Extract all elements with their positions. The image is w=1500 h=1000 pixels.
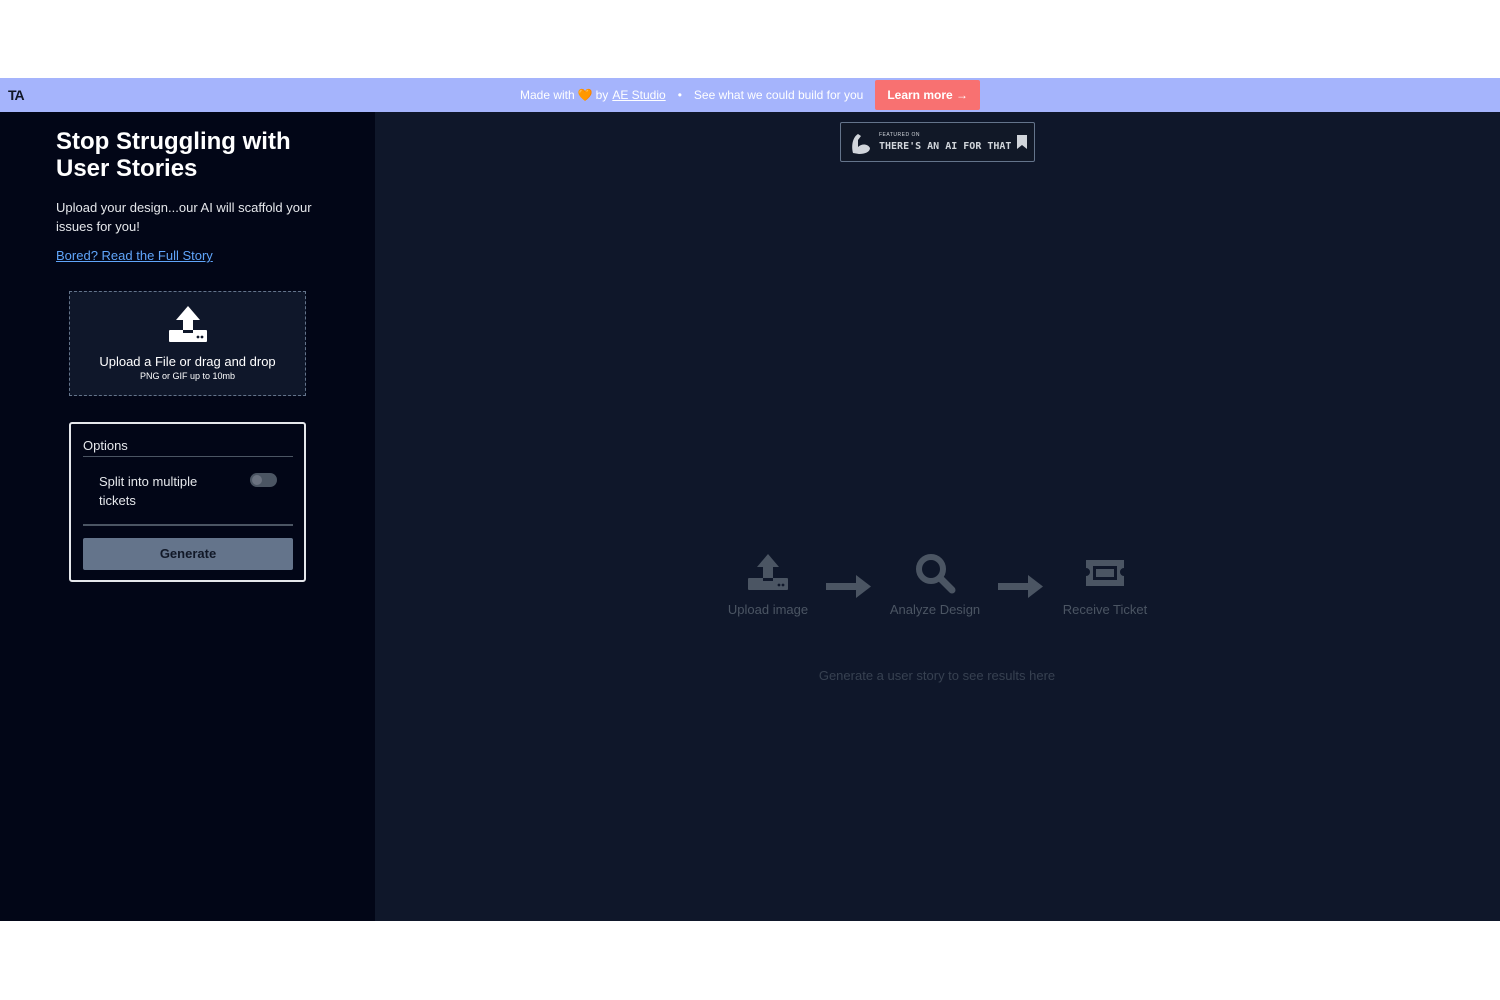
step-upload-label: Upload image: [727, 602, 809, 617]
options-divider: [83, 456, 293, 457]
featured-badge[interactable]: FEATURED ON THERE'S AN AI FOR THAT: [840, 122, 1035, 162]
step-ticket-icon: [1084, 558, 1126, 593]
banner-tagline: See what we could build for you: [693, 88, 864, 102]
read-full-story-link[interactable]: Bored? Read the Full Story: [56, 248, 213, 263]
options-label: Options: [83, 438, 128, 453]
badge-name: THERE'S AN AI FOR THAT: [879, 141, 1012, 152]
upload-icon: [168, 304, 208, 349]
heart-icon: 🧡: [577, 88, 593, 102]
toggle-knob: [252, 475, 262, 485]
step-upload-icon: [747, 552, 789, 597]
banner-by: by: [595, 88, 609, 102]
dropzone-hint: PNG or GIF up to 10mb: [139, 371, 236, 381]
page-subtitle: Upload your design...our AI will scaffol…: [56, 200, 312, 234]
banner-separator: •: [677, 88, 682, 102]
ae-studio-link[interactable]: AE Studio: [612, 88, 665, 102]
badge-featured-text: FEATURED ON: [879, 132, 920, 138]
split-tickets-toggle[interactable]: [250, 473, 277, 487]
bookmark-icon: [1017, 135, 1027, 154]
sidebar: Stop Struggling with User Stories Upload…: [0, 112, 375, 921]
app-root: TA Made with 🧡 by AE Studio • See what w…: [0, 78, 1500, 921]
options-divider-bottom: [83, 524, 293, 526]
arrow-right-icon: [826, 574, 872, 603]
step-receive-label: Receive Ticket: [1062, 602, 1148, 617]
dropzone-label: Upload a File or drag and drop: [99, 354, 276, 369]
split-tickets-label: Split into multiple tickets: [99, 474, 198, 508]
step-analyze-label: Analyze Design: [889, 602, 981, 617]
page-title: Stop Struggling with User Stories: [56, 128, 291, 182]
generate-button[interactable]: Generate: [83, 538, 293, 570]
app-logo[interactable]: TA: [8, 87, 25, 103]
arrow-right-icon: [998, 574, 1044, 603]
file-dropzone[interactable]: Upload a File or drag and drop PNG or GI…: [69, 291, 306, 396]
arm-icon: [849, 131, 873, 160]
step-magnifier-icon: [914, 552, 956, 599]
promo-banner: TA Made with 🧡 by AE Studio • See what w…: [0, 78, 1500, 112]
banner-made-with: Made with: [519, 88, 575, 102]
options-panel: Options Split into multiple tickets Gene…: [69, 422, 306, 582]
results-placeholder: Generate a user story to see results her…: [818, 668, 1056, 683]
learn-more-button[interactable]: Learn more →: [875, 80, 981, 110]
